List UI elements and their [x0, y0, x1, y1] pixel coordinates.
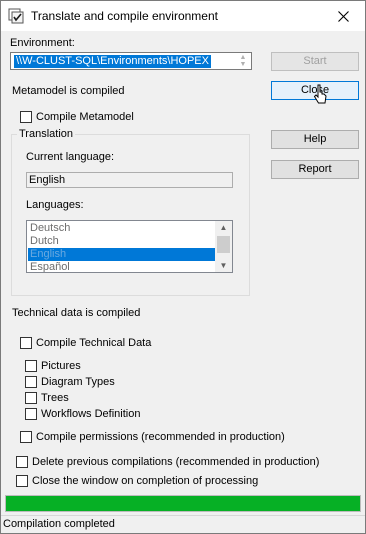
technical-status: Technical data is compiled — [12, 307, 141, 319]
combo-spin-icon[interactable]: ▲ ▼ — [238, 54, 248, 68]
trees-label[interactable]: Trees — [41, 392, 69, 404]
workflows-definition-checkbox[interactable] — [25, 408, 37, 420]
current-language-field: English — [26, 172, 233, 188]
delete-previous-label[interactable]: Delete previous compilations (recommende… — [32, 456, 319, 468]
title-bar[interactable]: Translate and compile environment — [1, 1, 365, 31]
close-on-completion-label[interactable]: Close the window on completion of proces… — [32, 475, 258, 487]
environment-label: Environment: — [10, 37, 75, 49]
app-icon — [8, 8, 24, 24]
close-on-completion-checkbox[interactable] — [16, 475, 28, 487]
pictures-label[interactable]: Pictures — [41, 360, 81, 372]
environment-value: \\W-CLUST-SQL\Environments\HOPEX — [14, 55, 211, 68]
current-language-label: Current language: — [26, 151, 115, 163]
progress-fill — [6, 496, 360, 511]
workflows-definition-label[interactable]: Workflows Definition — [41, 408, 140, 420]
close-icon — [337, 10, 349, 22]
diagram-types-label[interactable]: Diagram Types — [41, 376, 115, 388]
scroll-down-icon[interactable]: ▼ — [215, 259, 232, 272]
status-bar: Compilation completed — [1, 515, 365, 533]
compile-metamodel-label[interactable]: Compile Metamodel — [36, 111, 134, 123]
start-button[interactable]: Start — [271, 52, 359, 71]
status-text: Compilation completed — [3, 518, 115, 530]
trees-checkbox[interactable] — [25, 392, 37, 404]
metamodel-status: Metamodel is compiled — [12, 85, 125, 97]
list-item[interactable]: Deutsch — [28, 222, 217, 235]
list-item-selected[interactable]: English — [28, 248, 217, 261]
compile-permissions-checkbox[interactable] — [20, 431, 32, 443]
help-button[interactable]: Help — [271, 130, 359, 149]
list-item[interactable]: Dutch — [28, 235, 217, 248]
languages-scrollbar[interactable]: ▲ ▼ — [215, 221, 232, 272]
compile-metamodel-checkbox[interactable] — [20, 111, 32, 123]
window-title: Translate and compile environment — [31, 9, 218, 23]
close-window-button[interactable] — [321, 1, 365, 31]
scroll-up-icon[interactable]: ▲ — [215, 221, 232, 234]
compile-technical-label[interactable]: Compile Technical Data — [36, 337, 151, 349]
dialog-window: Translate and compile environment Enviro… — [0, 0, 366, 534]
translation-group-label: Translation — [17, 128, 76, 140]
mouse-pointer-icon — [313, 84, 327, 104]
languages-label: Languages: — [26, 199, 84, 211]
scroll-thumb[interactable] — [217, 236, 230, 253]
diagram-types-checkbox[interactable] — [25, 376, 37, 388]
pictures-checkbox[interactable] — [25, 360, 37, 372]
languages-listbox[interactable]: Deutsch Dutch English Español ▲ ▼ — [26, 220, 233, 273]
delete-previous-checkbox[interactable] — [16, 456, 28, 468]
environment-combo[interactable]: \\W-CLUST-SQL\Environments\HOPEX ▲ ▼ — [10, 52, 252, 70]
list-item[interactable]: Español — [28, 261, 217, 272]
report-button[interactable]: Report — [271, 160, 359, 179]
compile-technical-checkbox[interactable] — [20, 337, 32, 349]
compile-permissions-label[interactable]: Compile permissions (recommended in prod… — [36, 431, 285, 443]
progress-bar — [5, 495, 361, 512]
